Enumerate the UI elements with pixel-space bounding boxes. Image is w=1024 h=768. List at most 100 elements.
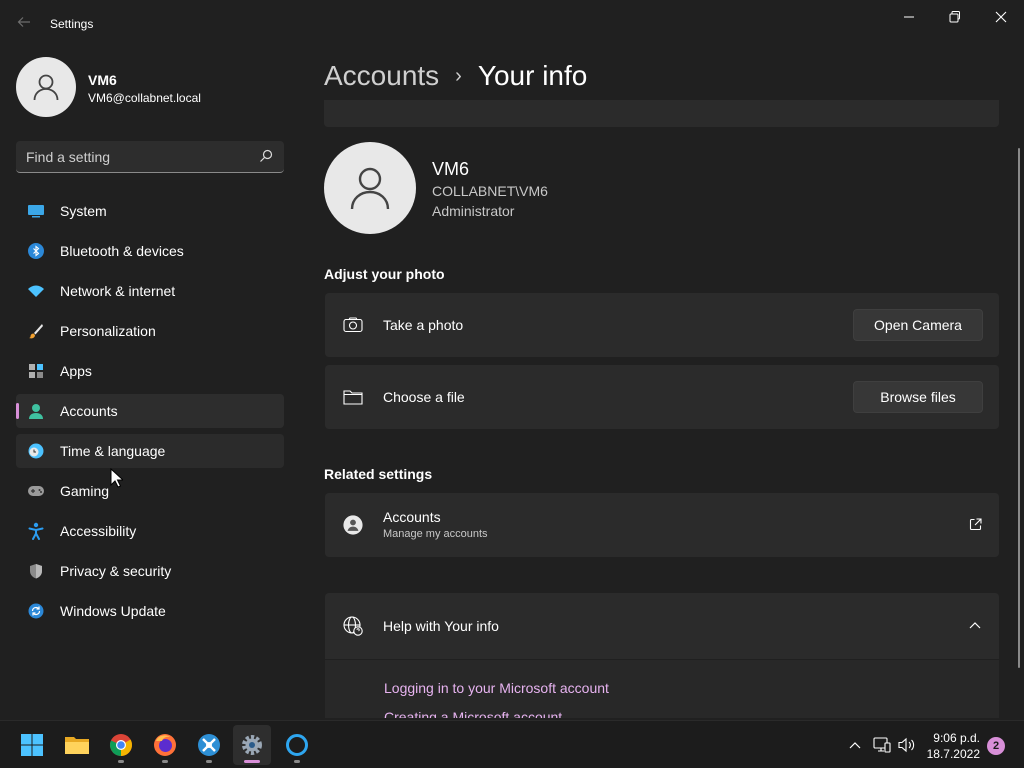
sidebar-item-time-language[interactable]: Time & language <box>16 434 284 468</box>
running-indicator <box>206 760 212 763</box>
back-button[interactable] <box>14 14 34 34</box>
profile-role: Administrator <box>432 203 515 219</box>
update-icon <box>27 602 45 620</box>
start-icon <box>21 734 43 756</box>
sidebar-item-label: Personalization <box>60 323 156 339</box>
restore-button[interactable] <box>943 8 967 26</box>
related-accounts-label: Accounts <box>383 509 441 525</box>
taskbar-app[interactable] <box>190 725 228 765</box>
gamepad-icon <box>27 482 45 500</box>
search-input[interactable] <box>26 148 246 166</box>
search-box[interactable] <box>16 141 284 173</box>
breadcrumb-separator: › <box>455 64 462 87</box>
person-icon <box>33 74 59 101</box>
sidebar-item-windows-update[interactable]: Windows Update <box>16 594 284 628</box>
choose-file-label: Choose a file <box>383 389 465 405</box>
breadcrumb-parent[interactable]: Accounts <box>324 60 439 92</box>
help-link-logging-in[interactable]: Logging in to your Microsoft account <box>384 680 609 696</box>
sidebar-item-apps[interactable]: Apps <box>16 354 284 388</box>
taskbar-settings[interactable] <box>233 725 271 765</box>
title-bar: Settings <box>0 0 1024 48</box>
notification-badge[interactable]: 2 <box>987 737 1005 755</box>
taskbar-firefox[interactable] <box>146 725 184 765</box>
settings-icon <box>242 735 262 755</box>
cortana-icon <box>286 734 308 756</box>
brush-icon <box>27 322 45 340</box>
wifi-icon <box>27 282 45 300</box>
system-icon <box>27 202 45 220</box>
running-indicator <box>294 760 300 763</box>
app-icon <box>198 734 220 756</box>
page-title: Your info <box>477 60 588 91</box>
running-indicator <box>162 760 168 763</box>
user-card[interactable]: VM6 VM6@collabnet.local <box>16 57 286 117</box>
accounts-icon <box>27 402 45 420</box>
sidebar-item-personalization[interactable]: Personalization <box>16 314 284 348</box>
browse-files-button[interactable]: Browse files <box>853 381 983 413</box>
sidebar-item-label: Network & internet <box>60 283 176 299</box>
chrome-icon <box>110 734 132 756</box>
avatar <box>16 57 76 117</box>
taskbar: 9:06 p.d. 18.7.2022 2 <box>0 720 1024 768</box>
close-icon <box>995 11 1007 23</box>
sidebar-item-label: Accessibility <box>60 523 137 539</box>
taskbar-chrome[interactable] <box>102 725 140 765</box>
related-accounts-sublabel: Manage my accounts <box>383 528 488 540</box>
clock-date: 18.7.2022 <box>926 747 980 761</box>
clock-time: 9:06 p.d. <box>933 731 980 745</box>
sidebar-item-accessibility[interactable]: Accessibility <box>16 514 284 548</box>
sidebar-nav: System Bluetooth & devices Network & int… <box>16 194 284 634</box>
accessibility-icon <box>27 522 45 540</box>
user-name: VM6 <box>88 72 117 88</box>
mouse-cursor-icon <box>110 468 123 488</box>
person-icon <box>350 167 390 210</box>
taskbar-file-explorer[interactable] <box>58 725 96 765</box>
take-photo-card: Take a photo Open Camera <box>325 293 999 357</box>
account-icon <box>343 515 363 535</box>
network-icon <box>873 737 891 753</box>
open-external-icon <box>969 518 982 531</box>
minimize-button[interactable] <box>897 8 921 26</box>
sidebar-item-label: Bluetooth & devices <box>60 243 184 259</box>
related-accounts-card[interactable]: Accounts Manage my accounts <box>325 493 999 557</box>
taskbar-clock[interactable]: 9:06 p.d. 18.7.2022 <box>927 730 980 762</box>
chevron-up-icon[interactable] <box>969 621 981 629</box>
sidebar-item-system[interactable]: System <box>16 194 284 228</box>
close-button[interactable] <box>989 8 1013 26</box>
profile-domain-user: COLLABNET\VM6 <box>432 183 548 199</box>
sidebar-item-bluetooth[interactable]: Bluetooth & devices <box>16 234 284 268</box>
sidebar-item-network[interactable]: Network & internet <box>16 274 284 308</box>
sidebar-item-gaming[interactable]: Gaming <box>16 474 284 508</box>
scrollbar[interactable] <box>1018 148 1020 668</box>
firefox-icon <box>154 734 176 756</box>
profile-avatar <box>324 142 416 234</box>
taskbar-cortana[interactable] <box>278 725 316 765</box>
open-camera-button[interactable]: Open Camera <box>853 309 983 341</box>
sidebar-item-label: System <box>60 203 107 219</box>
help-expander[interactable]: Help with Your info <box>325 593 999 659</box>
sidebar-item-privacy[interactable]: Privacy & security <box>16 554 284 588</box>
sidebar-item-accounts[interactable]: Accounts <box>16 394 284 428</box>
user-email: VM6@collabnet.local <box>88 91 201 105</box>
sidebar-item-label: Windows Update <box>60 603 166 619</box>
take-photo-label: Take a photo <box>383 317 464 333</box>
start-button[interactable] <box>13 725 51 765</box>
profile-name: VM6 <box>432 159 470 179</box>
show-hidden-icons-button[interactable] <box>844 721 866 768</box>
shield-icon <box>27 562 45 580</box>
help-link-create-account[interactable]: Creating a Microsoft account <box>384 709 562 718</box>
section-heading-adjust-photo: Adjust your photo <box>324 266 445 282</box>
sidebar-item-label: Privacy & security <box>60 563 172 579</box>
sidebar-item-label: Time & language <box>60 443 166 459</box>
breadcrumb: Accounts › Your info <box>324 58 587 94</box>
chevron-up-icon <box>849 742 861 749</box>
running-indicator <box>118 760 124 763</box>
folder-icon <box>343 387 363 407</box>
help-content: Logging in to your Microsoft account Cre… <box>325 660 999 718</box>
search-icon[interactable] <box>259 149 273 163</box>
volume-tray-button[interactable] <box>896 721 918 768</box>
globe-help-icon <box>343 616 363 636</box>
camera-icon <box>343 315 363 335</box>
network-tray-button[interactable] <box>871 721 893 768</box>
file-explorer-icon <box>65 737 89 754</box>
